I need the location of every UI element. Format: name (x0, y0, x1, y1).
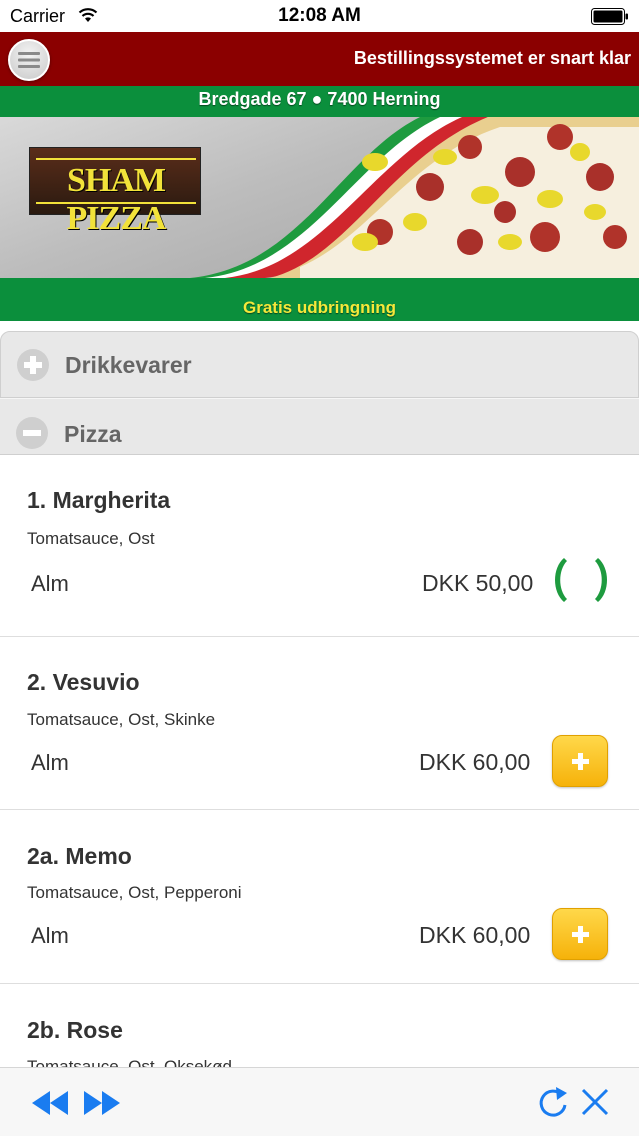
delivery-text: Gratis udbringning (243, 298, 396, 317)
menu-item: 2. Vesuvio Tomatsauce, Ost, Skinke Alm D… (0, 637, 639, 810)
menu-item: 1. Margherita Tomatsauce, Ost Alm DKK 50… (0, 455, 639, 637)
item-name: 2. Vesuvio (27, 669, 140, 695)
item-size: Alm (31, 750, 69, 775)
item-size: Alm (31, 571, 69, 596)
add-to-cart-button[interactable] (552, 735, 608, 787)
item-price: DKK 50,00 (422, 570, 534, 596)
item-name: 1. Margherita (27, 487, 171, 513)
reload-icon[interactable] (536, 1085, 570, 1121)
item-description: Tomatsauce, Ost (27, 529, 155, 548)
hamburger-icon (18, 52, 40, 68)
add-to-cart-button[interactable] (552, 908, 608, 960)
close-icon[interactable] (580, 1087, 610, 1117)
menu-item: 2a. Memo Tomatsauce, Ost, Pepperoni Alm … (0, 810, 639, 984)
bottom-toolbar (0, 1067, 639, 1136)
header-title: Bestillingssystemet er snart klar (353, 48, 631, 68)
item-name: 2b. Rose (27, 1017, 123, 1043)
item-size: Alm (31, 923, 69, 948)
menu-item: 2b. Rose Tomatsauce, Ost, Oksekød (0, 984, 639, 1076)
plus-circle-icon (17, 349, 49, 381)
shampizza-logo: SHAM PIZZA (29, 147, 201, 237)
item-description: Tomatsauce, Ost, Skinke (27, 710, 216, 729)
category-label: Drikkevarer (65, 352, 192, 378)
item-price: DKK 60,00 (419, 922, 531, 948)
menu-button[interactable] (8, 39, 50, 81)
rewind-icon[interactable] (30, 1088, 70, 1118)
address-bar: Bredgade 67 ● 7400 Herning (0, 86, 639, 117)
address-text: Bredgade 67 ● 7400 Herning (198, 89, 441, 109)
app-header: Bestillingssystemet er snart klar (0, 32, 639, 86)
category-label: Pizza (64, 421, 122, 447)
category-pizza[interactable]: Pizza (0, 398, 639, 455)
battery-icon (591, 8, 628, 25)
status-time: 12:08 AM (278, 5, 361, 26)
item-name: 2a. Memo (27, 843, 132, 869)
category-drikkevarer[interactable]: Drikkevarer (0, 331, 639, 398)
status-bar: Carrier 12:08 AM (0, 0, 639, 32)
delivery-bar: Gratis udbringning (0, 278, 639, 321)
item-price: DKK 60,00 (419, 749, 531, 775)
loading-spinner-icon (555, 558, 607, 602)
minus-circle-icon (16, 417, 48, 449)
item-description: Tomatsauce, Ost, Pepperoni (27, 883, 242, 902)
banner: SHAM PIZZA (0, 117, 639, 278)
logo-text: SHAM PIZZA (66, 162, 167, 237)
fast-forward-icon[interactable] (82, 1088, 122, 1118)
